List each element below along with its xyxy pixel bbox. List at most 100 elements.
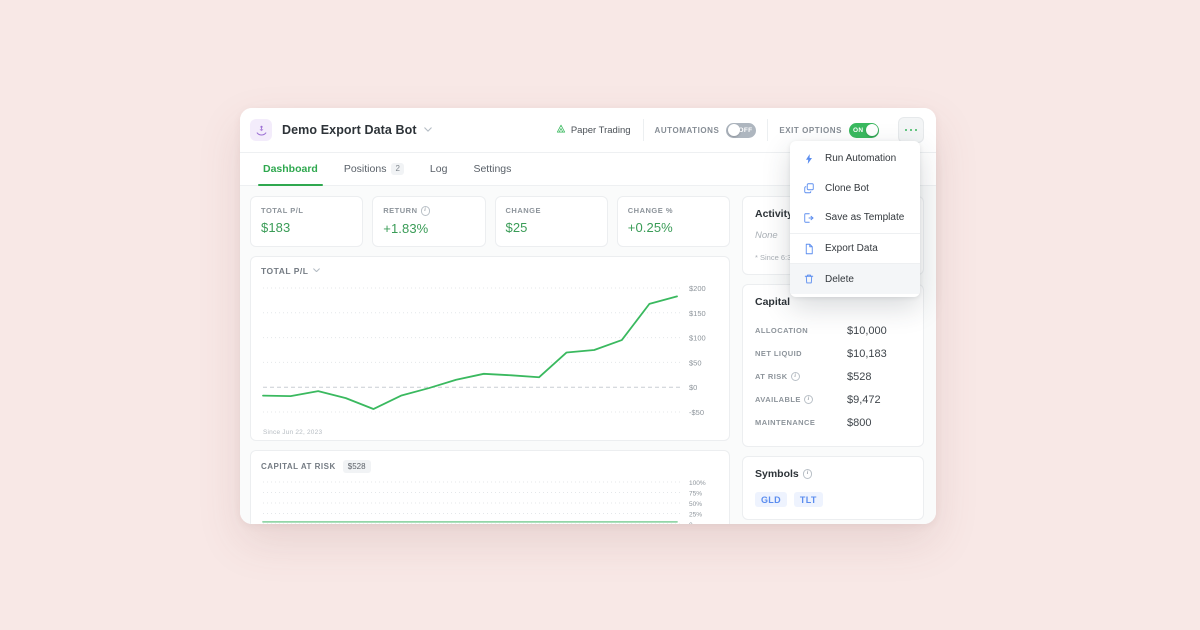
tab-dashboard[interactable]: Dashboard — [250, 153, 331, 186]
exit-options-toggle-group: EXIT OPTIONS ON — [768, 119, 890, 141]
stat-value: +0.25% — [627, 220, 673, 235]
automations-label: AUTOMATIONS — [654, 125, 720, 135]
label-text: AVAILABLE — [755, 395, 801, 404]
save-template-icon — [802, 211, 815, 224]
svg-text:$200: $200 — [689, 284, 706, 293]
tab-label: Log — [429, 163, 448, 175]
exit-options-toggle[interactable]: ON — [849, 122, 879, 138]
menu-item-run-automation[interactable]: Run Automation — [790, 144, 920, 174]
symbols-card: Symbols i GLD TLT — [742, 456, 924, 520]
leaf-icon — [556, 121, 566, 139]
paper-trading-label: Paper Trading — [570, 124, 631, 136]
stat-card-change: CHANGE $25 — [494, 196, 608, 247]
capital-rows: ALLOCATION $10,000 NET LIQUID $10,183 AT… — [755, 319, 911, 434]
bot-name-title[interactable]: Demo Export Data Bot — [282, 123, 417, 137]
symbols-title-text: Symbols — [755, 468, 799, 480]
more-options-icon[interactable] — [898, 117, 924, 143]
lightning-bolt-icon — [802, 152, 815, 165]
tab-positions[interactable]: Positions 2 — [331, 153, 417, 185]
menu-item-label: Save as Template — [825, 212, 905, 224]
stat-card-return: RETURN i +1.83% — [372, 196, 486, 247]
automations-toggle[interactable]: OFF — [726, 122, 757, 138]
info-icon[interactable]: i — [802, 469, 813, 479]
capital-row-available: AVAILABLE i $9,472 — [755, 388, 911, 411]
info-icon[interactable]: i — [790, 371, 801, 382]
svg-text:100%: 100% — [689, 480, 706, 487]
menu-item-export-data[interactable]: Export Data — [790, 232, 920, 264]
chevron-down-icon[interactable] — [423, 126, 432, 134]
bot-options-dropdown-menu: Run Automation Clone Bot Save as Templat… — [790, 141, 920, 297]
svg-text:75%: 75% — [689, 490, 702, 497]
stat-label-text: RETURN — [383, 206, 418, 216]
tab-settings[interactable]: Settings — [460, 153, 524, 185]
menu-item-label: Export Data — [825, 243, 878, 255]
capital-at-risk-svg: 100% 75% 50% 25% 0 — [262, 480, 706, 525]
main-column: TOTAL P/L $183 RETURN i +1.83% CHANGE $2… — [250, 196, 730, 524]
capital-row-maintenance: MAINTENANCE $800 — [755, 411, 911, 434]
menu-item-label: Run Automation — [825, 153, 897, 165]
capital-row-label: AT RISK i — [755, 371, 847, 382]
capital-row-label: NET LIQUID — [755, 349, 847, 358]
menu-item-clone-bot[interactable]: Clone Bot — [790, 174, 920, 204]
paper-trading-badge: Paper Trading — [544, 119, 644, 141]
capital-row-value: $528 — [847, 370, 872, 383]
menu-item-label: Delete — [825, 273, 854, 285]
tab-log[interactable]: Log — [417, 153, 461, 185]
svg-text:50%: 50% — [689, 501, 702, 508]
risk-chart-title: CAPITAL AT RISK — [261, 461, 336, 471]
symbol-badge-gld[interactable]: GLD — [755, 492, 787, 507]
stat-label: TOTAL P/L — [261, 206, 352, 215]
capital-row-value: $800 — [847, 416, 872, 429]
toggle-knob — [727, 124, 740, 136]
stat-card-change-pct: CHANGE % +0.25% — [616, 196, 730, 247]
capital-at-risk-plot: 100% 75% 50% 25% 0 — [261, 478, 719, 525]
info-icon[interactable]: i — [803, 394, 814, 405]
capital-card: Capital ALLOCATION $10,000 NET LIQUID $1… — [742, 284, 924, 447]
dot — [914, 128, 918, 132]
total-pl-chart-card: TOTAL P/L $200 $150 $100 $50 $0 -$50 Since Ju… — [250, 255, 730, 441]
chevron-down-icon[interactable] — [313, 267, 321, 274]
menu-item-delete[interactable]: Delete — [790, 263, 920, 294]
total-pl-svg: $200 $150 $100 $50 $0 -$50 — [262, 284, 706, 417]
trash-icon — [802, 273, 815, 286]
capital-row-value: $10,000 — [847, 324, 887, 337]
svg-text:$50: $50 — [689, 358, 702, 367]
stat-card-total-pl: TOTAL P/L $183 — [250, 196, 364, 247]
menu-item-save-as-template[interactable]: Save as Template — [790, 203, 920, 233]
stat-label: RETURN i — [383, 206, 474, 216]
tab-label: Dashboard — [263, 163, 318, 175]
capital-title: Capital — [755, 296, 791, 308]
capital-row-at-risk: AT RISK i $528 — [755, 365, 911, 388]
positions-count-badge: 2 — [391, 163, 404, 175]
svg-text:0: 0 — [689, 522, 693, 525]
capital-at-risk-card: CAPITAL AT RISK $528 100% 75% 50% 25% 0 — [250, 449, 730, 525]
capital-row-label: ALLOCATION — [755, 326, 847, 335]
total-pl-plot: $200 $150 $100 $50 $0 -$50 Since Jun 22, 2023 — [261, 282, 719, 436]
label-text: ALLOCATION — [755, 326, 809, 335]
chart-header[interactable]: TOTAL P/L — [261, 266, 719, 276]
stat-value: $183 — [261, 220, 291, 235]
label-text: NET LIQUID — [755, 349, 802, 358]
svg-text:$0: $0 — [689, 383, 697, 392]
stat-label-text: TOTAL P/L — [261, 206, 304, 215]
dot — [904, 128, 908, 132]
svg-text:25%: 25% — [689, 511, 702, 518]
capital-row-value: $10,183 — [847, 347, 887, 360]
tab-label: Positions — [343, 163, 387, 175]
chart-footnote: Since Jun 22, 2023 — [263, 428, 323, 436]
symbols-list: GLD TLT — [755, 492, 911, 507]
capital-row-label: AVAILABLE i — [755, 394, 847, 405]
info-icon[interactable]: i — [420, 206, 430, 216]
stat-value: +1.83% — [383, 220, 429, 236]
copy-icon — [802, 182, 815, 195]
screenshot-stage: Demo Export Data Bot Paper Trading AUTOM… — [0, 0, 1200, 630]
stat-label: CHANGE % — [628, 206, 719, 215]
exit-options-label: EXIT OPTIONS — [779, 125, 842, 135]
svg-text:-$50: -$50 — [689, 408, 704, 417]
automations-toggle-group: AUTOMATIONS OFF — [644, 119, 769, 141]
stat-label-text: CHANGE % — [627, 206, 674, 215]
file-document-icon — [802, 242, 815, 255]
symbol-badge-tlt[interactable]: TLT — [793, 492, 823, 507]
svg-text:$150: $150 — [689, 308, 706, 317]
svg-text:$100: $100 — [689, 333, 706, 342]
